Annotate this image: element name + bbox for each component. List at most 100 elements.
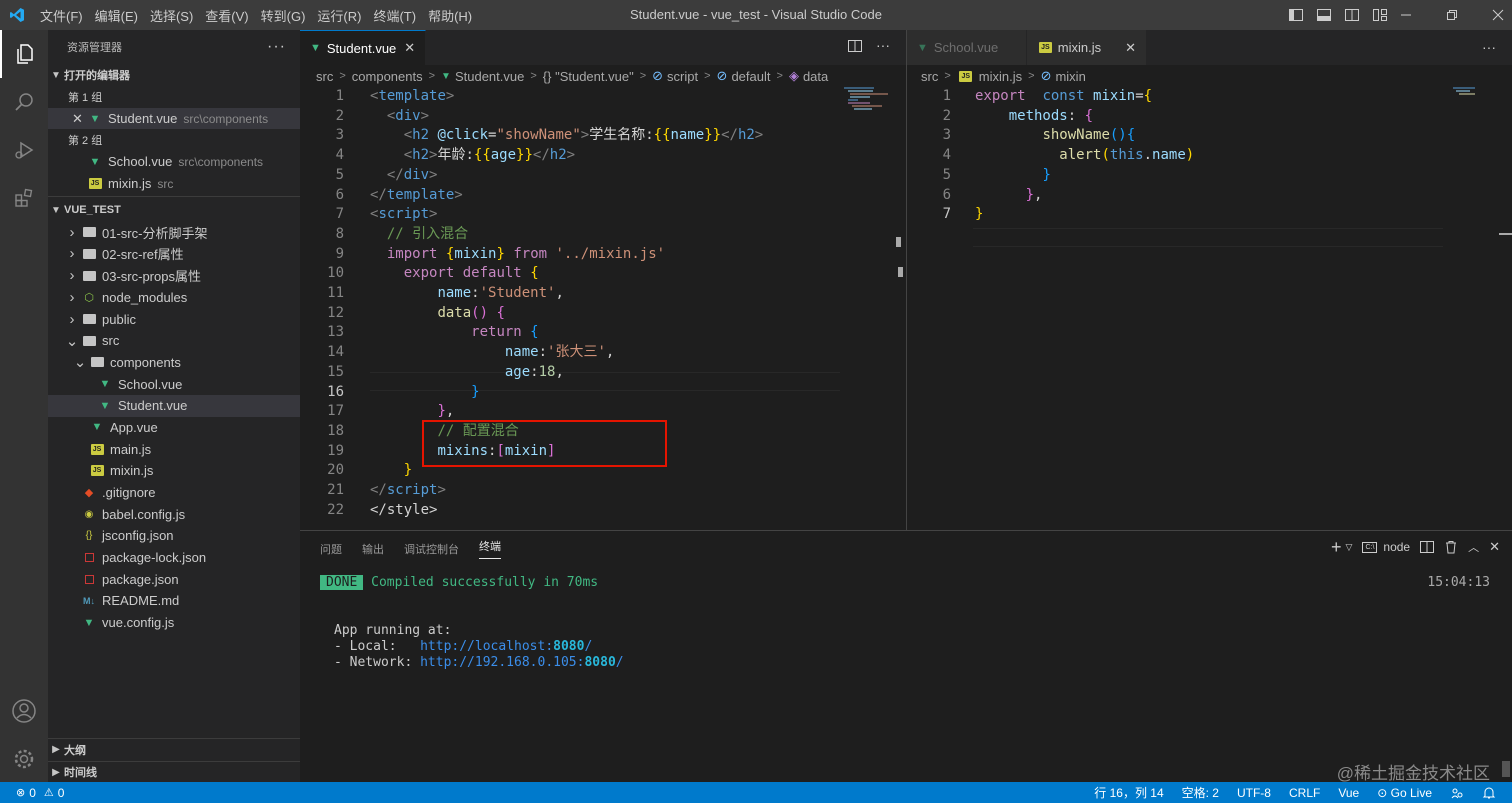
tree-item[interactable]: ⌄ src [48, 330, 300, 352]
activity-bar [0, 30, 48, 782]
local-url[interactable]: http://localhost:8080/ [420, 639, 592, 654]
json-icon: {} [85, 530, 93, 542]
language-mode[interactable]: Vue [1338, 786, 1359, 800]
close-tab-icon[interactable]: ✕ [1125, 40, 1136, 56]
tree-item[interactable]: ◉ babel.config.js [48, 503, 300, 525]
tab-terminal[interactable]: 终端 [469, 531, 511, 566]
line-number: 12 [327, 304, 344, 321]
menu-edit[interactable]: 编辑(E) [89, 6, 144, 25]
tab-student-vue[interactable]: ▼ Student.vue ✕ [300, 30, 427, 65]
file-path: src [157, 176, 174, 191]
open-editor-mixin[interactable]: JS mixin.js src [48, 173, 300, 195]
tree-item[interactable]: ▼ School.vue [48, 373, 300, 395]
split-editor-icon[interactable] [848, 39, 862, 53]
toggle-secondary-sidebar-icon[interactable] [1344, 7, 1360, 23]
breadcrumb-item[interactable]: {} "Student.vue" [543, 69, 634, 84]
cursor-position[interactable]: 行 16，列 14 [1094, 784, 1163, 801]
more-actions-icon[interactable]: ··· [267, 38, 286, 56]
tree-item-label: package-lock.json [102, 550, 207, 566]
tree-item[interactable]: › ⬡ node_modules [48, 287, 300, 309]
menu-file[interactable]: 文件(F) [34, 6, 89, 25]
timeline-section[interactable]: ▶ 时间线 [48, 760, 300, 783]
close-tab-icon[interactable]: ✕ [404, 40, 415, 56]
breadcrumb-item[interactable]: src [316, 69, 333, 84]
more-actions-icon[interactable]: ··· [1482, 39, 1496, 55]
chevron-down-icon[interactable]: ▽ [1346, 542, 1353, 553]
tree-item[interactable]: › 01-src-分析脚手架 [48, 221, 300, 243]
editor-group-1: ▼ Student.vue ✕ ··· src > components > ▼ St… [300, 30, 906, 530]
tree-item[interactable]: package-lock.json [48, 547, 300, 569]
tree-item[interactable]: ⌄ components [48, 352, 300, 374]
tab-output[interactable]: 输出 [352, 531, 394, 566]
toggle-panel-icon[interactable] [1316, 7, 1332, 23]
restore-icon[interactable] [1429, 9, 1475, 21]
manage-gear-icon[interactable] [0, 735, 48, 783]
split-terminal-icon[interactable] [1420, 540, 1435, 554]
network-url[interactable]: http://192.168.0.105:8080/ [420, 655, 624, 670]
menu-go[interactable]: 转到(G) [255, 6, 312, 25]
minimize-icon[interactable] [1383, 9, 1429, 21]
minimap[interactable] [1453, 87, 1493, 101]
encoding[interactable]: UTF-8 [1237, 786, 1271, 800]
breadcrumb-item[interactable]: src [921, 69, 938, 84]
maximize-panel-icon[interactable]: ︿ [1468, 539, 1479, 555]
explorer-icon[interactable] [0, 30, 48, 78]
tree-item[interactable]: › public [48, 308, 300, 330]
breadcrumb-item[interactable]: default [731, 69, 770, 84]
tab-label: School.vue [933, 40, 999, 55]
tree-item[interactable]: {} jsconfig.json [48, 525, 300, 547]
open-editor-student[interactable]: ✕ ▼ Student.vue src\components [48, 107, 300, 130]
tree-item[interactable]: JS main.js [48, 438, 300, 460]
open-editors-section[interactable]: ▼ 打开的编辑器 [48, 64, 300, 86]
run-debug-icon[interactable] [0, 126, 48, 174]
extensions-icon[interactable] [0, 174, 48, 222]
trash-icon[interactable] [1444, 540, 1458, 554]
toggle-sidebar-icon[interactable] [1288, 7, 1304, 23]
feedback-icon[interactable] [1450, 786, 1464, 800]
outline-section[interactable]: ▶ 大纲 [48, 739, 300, 761]
search-icon[interactable] [0, 78, 48, 126]
tab-mixin-js[interactable]: JS mixin.js ✕ [1027, 30, 1147, 65]
project-section[interactable]: ▼ VUE_TEST [48, 199, 300, 221]
tab-problems[interactable]: 问题 [310, 531, 352, 566]
breadcrumb-item[interactable]: mixin [1055, 69, 1085, 84]
tree-item[interactable]: ◆ .gitignore [48, 482, 300, 504]
tree-item[interactable]: › 02-src-ref属性 [48, 243, 300, 265]
go-live-button[interactable]: ⊙ Go Live [1377, 786, 1432, 800]
notifications-bell-icon[interactable] [1482, 786, 1496, 800]
code-editor[interactable]: 1 export const mixin={2 methods: {3 showN… [907, 87, 1512, 530]
tab-school-vue[interactable]: ▼ School.vue [907, 30, 1027, 65]
close-panel-icon[interactable]: ✕ [1489, 539, 1500, 555]
tree-item[interactable]: package.json [48, 568, 300, 590]
problems-indicator[interactable]: ⊗ 0 ⚠ 0 [0, 786, 64, 800]
tree-item[interactable]: ▼ Student.vue [48, 394, 300, 417]
more-actions-icon[interactable]: ··· [876, 38, 890, 53]
code-editor[interactable]: 1 <template> 2 <div> 3 <h2 @click="showName… [300, 87, 906, 530]
tree-item[interactable]: M↓ README.md [48, 590, 300, 612]
code-line: data() { [437, 304, 505, 321]
breadcrumb-item[interactable]: script [667, 69, 698, 84]
indentation[interactable]: 空格: 2 [1182, 784, 1219, 801]
tree-item[interactable]: ▼ App.vue [48, 417, 300, 439]
close-window-icon[interactable] [1475, 9, 1512, 21]
new-terminal-icon[interactable]: + [1331, 538, 1342, 556]
tab-debug-console[interactable]: 调试控制台 [394, 531, 469, 566]
tree-item[interactable]: › 03-src-props属性 [48, 265, 300, 287]
breadcrumb-item[interactable]: Student.vue [455, 69, 524, 84]
tree-item[interactable]: ▼ vue.config.js [48, 612, 300, 634]
menu-run[interactable]: 运行(R) [311, 6, 367, 25]
menu-view[interactable]: 查看(V) [199, 6, 254, 25]
accounts-icon[interactable] [0, 687, 48, 735]
menu-terminal[interactable]: 终端(T) [367, 6, 422, 25]
terminal-name[interactable]: node [1383, 540, 1410, 554]
menu-selection[interactable]: 选择(S) [144, 6, 199, 25]
breadcrumb-item[interactable]: data [803, 69, 828, 84]
line-ending[interactable]: CRLF [1289, 786, 1320, 800]
minimap[interactable] [844, 87, 892, 127]
tree-item[interactable]: JS mixin.js [48, 460, 300, 482]
open-editor-school[interactable]: ▼ School.vue src\components [48, 151, 300, 173]
menu-help[interactable]: 帮助(H) [422, 6, 478, 25]
close-icon[interactable]: ✕ [72, 111, 86, 127]
breadcrumb-item[interactable]: mixin.js [979, 69, 1022, 84]
breadcrumb-item[interactable]: components [352, 69, 423, 84]
